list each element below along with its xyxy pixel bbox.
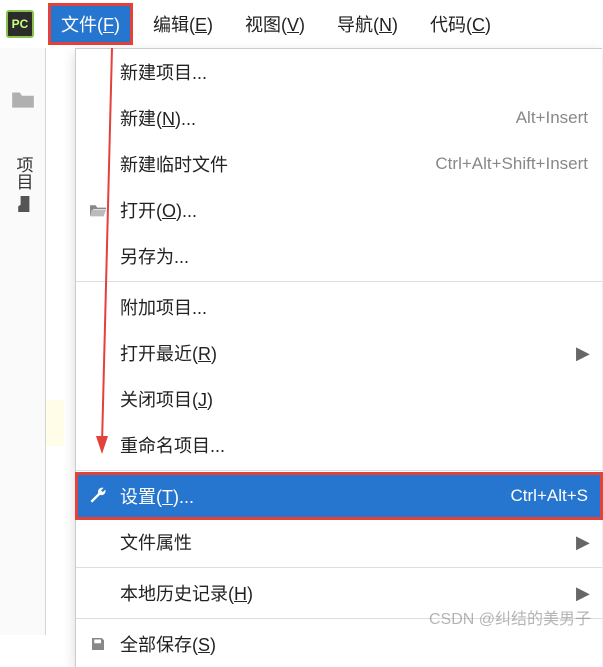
- menu-navigate[interactable]: 导航(N): [325, 3, 410, 45]
- shortcut-text: Ctrl+Alt+S: [511, 486, 588, 506]
- menu-label: 新建临时文件: [120, 151, 425, 177]
- menu-separator: [76, 567, 602, 568]
- menu-close-project[interactable]: 关闭项目(J): [76, 376, 602, 422]
- menu-local-history[interactable]: 本地历史记录(H) ▶: [76, 570, 602, 616]
- menu-label: 打开最近(R): [120, 340, 566, 366]
- menu-label: 新建项目...: [120, 59, 588, 85]
- sidebar-folder-icon: [10, 88, 36, 115]
- menu-label: 文件属性: [120, 529, 566, 555]
- menu-label: 本地历史记录(H): [120, 580, 566, 606]
- menu-label: 设置(T)...: [120, 483, 501, 509]
- menu-new-project[interactable]: 新建项目...: [76, 49, 602, 95]
- menu-save-as[interactable]: 另存为...: [76, 233, 602, 279]
- shortcut-text: Ctrl+Alt+Shift+Insert: [435, 154, 588, 174]
- sidebar-tab-project[interactable]: 项目: [0, 144, 46, 224]
- menu-label: 打开(O)...: [120, 197, 588, 223]
- project-tab-label: 项目: [11, 156, 36, 190]
- open-folder-icon: [86, 202, 110, 218]
- menu-new-scratch[interactable]: 新建临时文件 Ctrl+Alt+Shift+Insert: [76, 141, 602, 187]
- save-icon: [86, 635, 110, 653]
- menu-file-properties[interactable]: 文件属性 ▶: [76, 519, 602, 565]
- menu-separator: [76, 618, 602, 619]
- menubar: PC 文件(F) 编辑(E) 视图(V) 导航(N) 代码(C): [0, 0, 603, 48]
- menu-label: 关闭项目(J): [120, 386, 588, 412]
- menu-rename-project[interactable]: 重命名项目...: [76, 422, 602, 468]
- chevron-right-icon: ▶: [576, 532, 588, 553]
- menu-label: 另存为...: [120, 243, 588, 269]
- editor-gutter-highlight: [46, 400, 64, 446]
- menu-code[interactable]: 代码(C): [418, 3, 503, 45]
- shortcut-text: Alt+Insert: [516, 108, 588, 128]
- menu-open[interactable]: 打开(O)...: [76, 187, 602, 233]
- chevron-right-icon: ▶: [576, 343, 588, 364]
- menu-label: 新建(N)...: [120, 105, 506, 131]
- file-dropdown-menu: 新建项目... 新建(N)... Alt+Insert 新建临时文件 Ctrl+…: [75, 48, 602, 667]
- menu-separator: [76, 281, 602, 282]
- menu-settings[interactable]: 设置(T)... Ctrl+Alt+S: [76, 473, 602, 519]
- app-icon: PC: [6, 10, 34, 38]
- menu-separator: [76, 470, 602, 471]
- sidebar-left: 项目: [0, 48, 46, 635]
- chevron-right-icon: ▶: [576, 583, 588, 604]
- menu-attach-project[interactable]: 附加项目...: [76, 284, 602, 330]
- menu-open-recent[interactable]: 打开最近(R) ▶: [76, 330, 602, 376]
- menu-label: 附加项目...: [120, 294, 588, 320]
- menu-file[interactable]: 文件(F): [48, 3, 133, 45]
- menu-save-all[interactable]: 全部保存(S): [76, 621, 602, 667]
- menu-label: 重命名项目...: [120, 432, 588, 458]
- wrench-icon: [86, 486, 110, 506]
- menu-view[interactable]: 视图(V): [233, 3, 317, 45]
- menu-new[interactable]: 新建(N)... Alt+Insert: [76, 95, 602, 141]
- menu-edit[interactable]: 编辑(E): [141, 3, 225, 45]
